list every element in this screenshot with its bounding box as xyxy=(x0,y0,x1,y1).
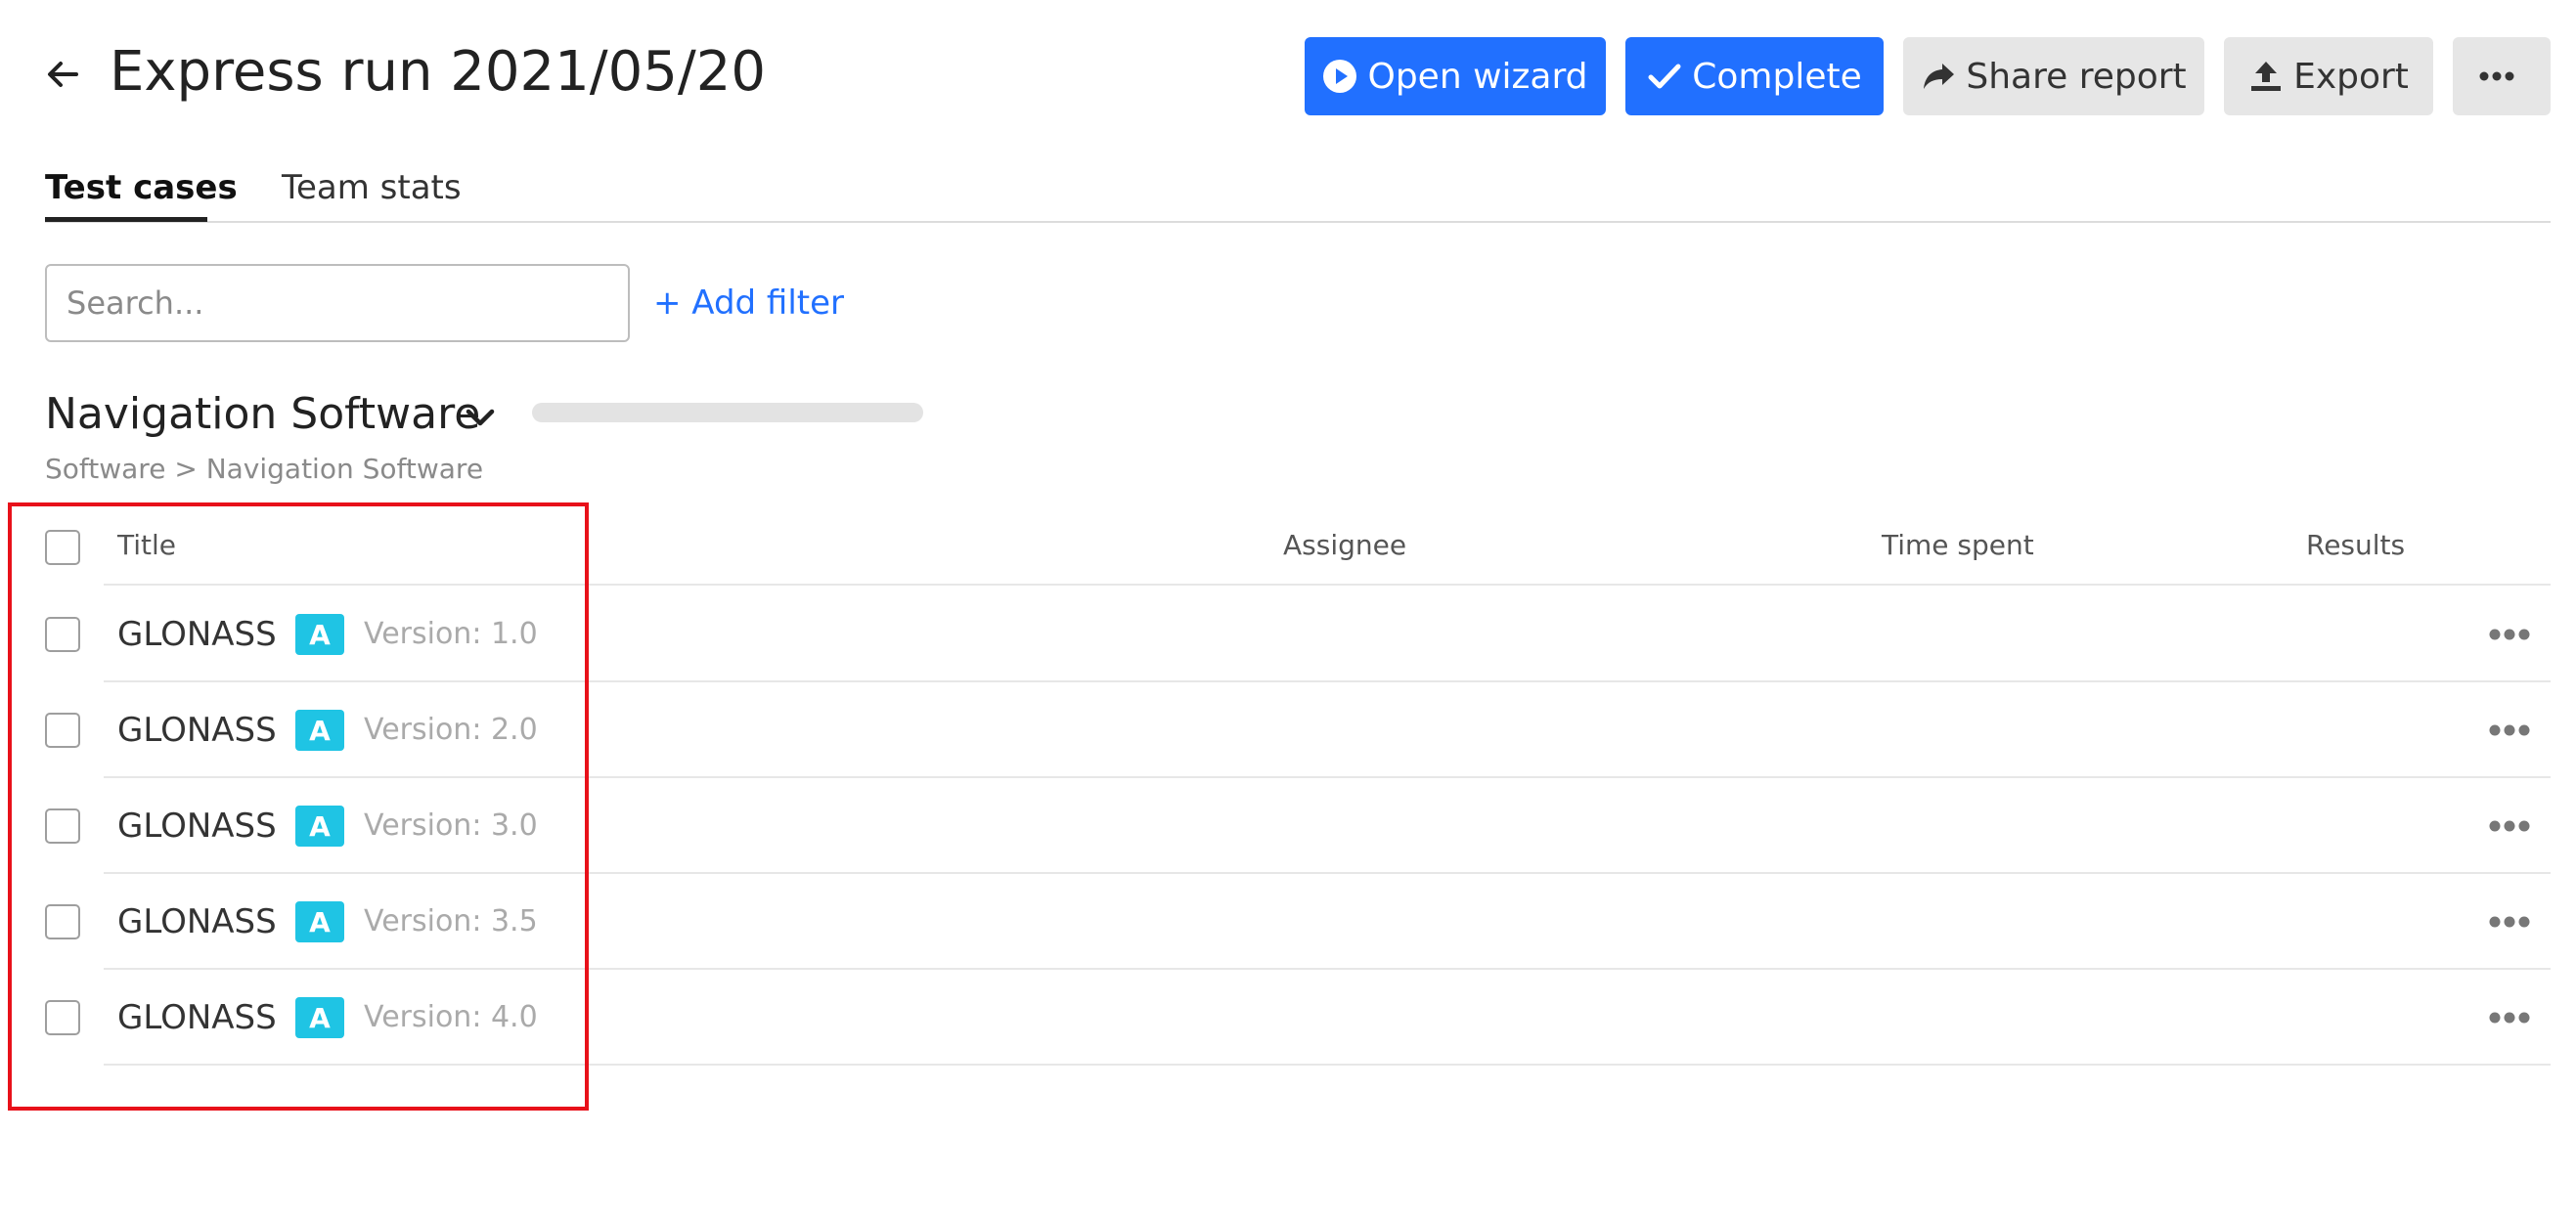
group-title: Navigation Software xyxy=(45,389,481,439)
test-case-title[interactable]: GLONASS xyxy=(117,898,277,945)
test-case-version: Version: 2.0 xyxy=(364,713,538,747)
active-tab-indicator xyxy=(45,217,207,222)
automation-badge: A xyxy=(295,806,344,847)
export-label: Export xyxy=(2293,56,2409,97)
row-more-icon[interactable] xyxy=(2488,627,2531,642)
automation-badge: A xyxy=(295,614,344,655)
test-case-version: Version: 1.0 xyxy=(364,617,538,651)
share-arrow-icon xyxy=(1924,64,1955,89)
open-wizard-button[interactable]: Open wizard xyxy=(1305,37,1606,115)
test-case-version: Version: 3.0 xyxy=(364,808,538,843)
test-case-title[interactable]: GLONASS xyxy=(117,611,277,658)
check-icon xyxy=(1648,64,1681,89)
export-button[interactable]: Export xyxy=(2224,37,2433,115)
row-checkbox[interactable] xyxy=(45,904,80,939)
row-more-icon[interactable] xyxy=(2488,722,2531,738)
row-divider xyxy=(104,1064,2551,1066)
test-case-version: Version: 3.5 xyxy=(364,904,538,938)
share-report-button[interactable]: Share report xyxy=(1903,37,2204,115)
chevron-down-icon[interactable] xyxy=(464,401,497,434)
column-header-results[interactable]: Results xyxy=(2306,526,2405,565)
row-divider xyxy=(104,776,2551,778)
column-header-time-spent[interactable]: Time spent xyxy=(1882,526,2034,565)
row-checkbox[interactable] xyxy=(45,1000,80,1035)
select-all-checkbox[interactable] xyxy=(45,530,80,565)
play-circle-icon xyxy=(1323,60,1357,93)
complete-button[interactable]: Complete xyxy=(1625,37,1884,115)
table-header-divider xyxy=(104,584,2551,586)
more-horizontal-icon xyxy=(2479,71,2514,81)
row-more-icon[interactable] xyxy=(2488,1010,2531,1026)
row-divider xyxy=(104,968,2551,970)
breadcrumb: Software > Navigation Software xyxy=(45,453,484,485)
tab-test-cases[interactable]: Test cases xyxy=(45,164,238,211)
row-more-icon[interactable] xyxy=(2488,914,2531,930)
automation-badge: A xyxy=(295,710,344,751)
more-actions-button[interactable] xyxy=(2453,37,2551,115)
arrow-left-icon[interactable] xyxy=(43,55,82,94)
complete-label: Complete xyxy=(1692,56,1862,97)
open-wizard-label: Open wizard xyxy=(1367,56,1588,97)
automation-badge: A xyxy=(295,901,344,942)
test-case-title[interactable]: GLONASS xyxy=(117,994,277,1041)
test-case-title[interactable]: GLONASS xyxy=(117,803,277,850)
tab-team-stats[interactable]: Team stats xyxy=(282,164,462,211)
row-more-icon[interactable] xyxy=(2488,818,2531,834)
add-filter-link[interactable]: + Add filter xyxy=(653,280,844,327)
test-case-title[interactable]: GLONASS xyxy=(117,707,277,754)
row-checkbox[interactable] xyxy=(45,808,80,844)
search-input[interactable] xyxy=(45,264,630,342)
row-divider xyxy=(104,680,2551,682)
page-title: Express run 2021/05/20 xyxy=(110,40,767,104)
upload-icon xyxy=(2251,62,2282,91)
column-header-title[interactable]: Title xyxy=(117,526,176,565)
tabs-divider xyxy=(45,221,2551,223)
column-header-assignee[interactable]: Assignee xyxy=(1283,526,1406,565)
share-report-label: Share report xyxy=(1966,56,2187,97)
automation-badge: A xyxy=(295,997,344,1038)
page: Express run 2021/05/20 Open wizard Compl… xyxy=(0,0,2576,1222)
row-checkbox[interactable] xyxy=(45,617,80,652)
test-case-version: Version: 4.0 xyxy=(364,1000,538,1034)
group-progress-bar xyxy=(532,403,923,422)
row-checkbox[interactable] xyxy=(45,713,80,748)
row-divider xyxy=(104,872,2551,874)
